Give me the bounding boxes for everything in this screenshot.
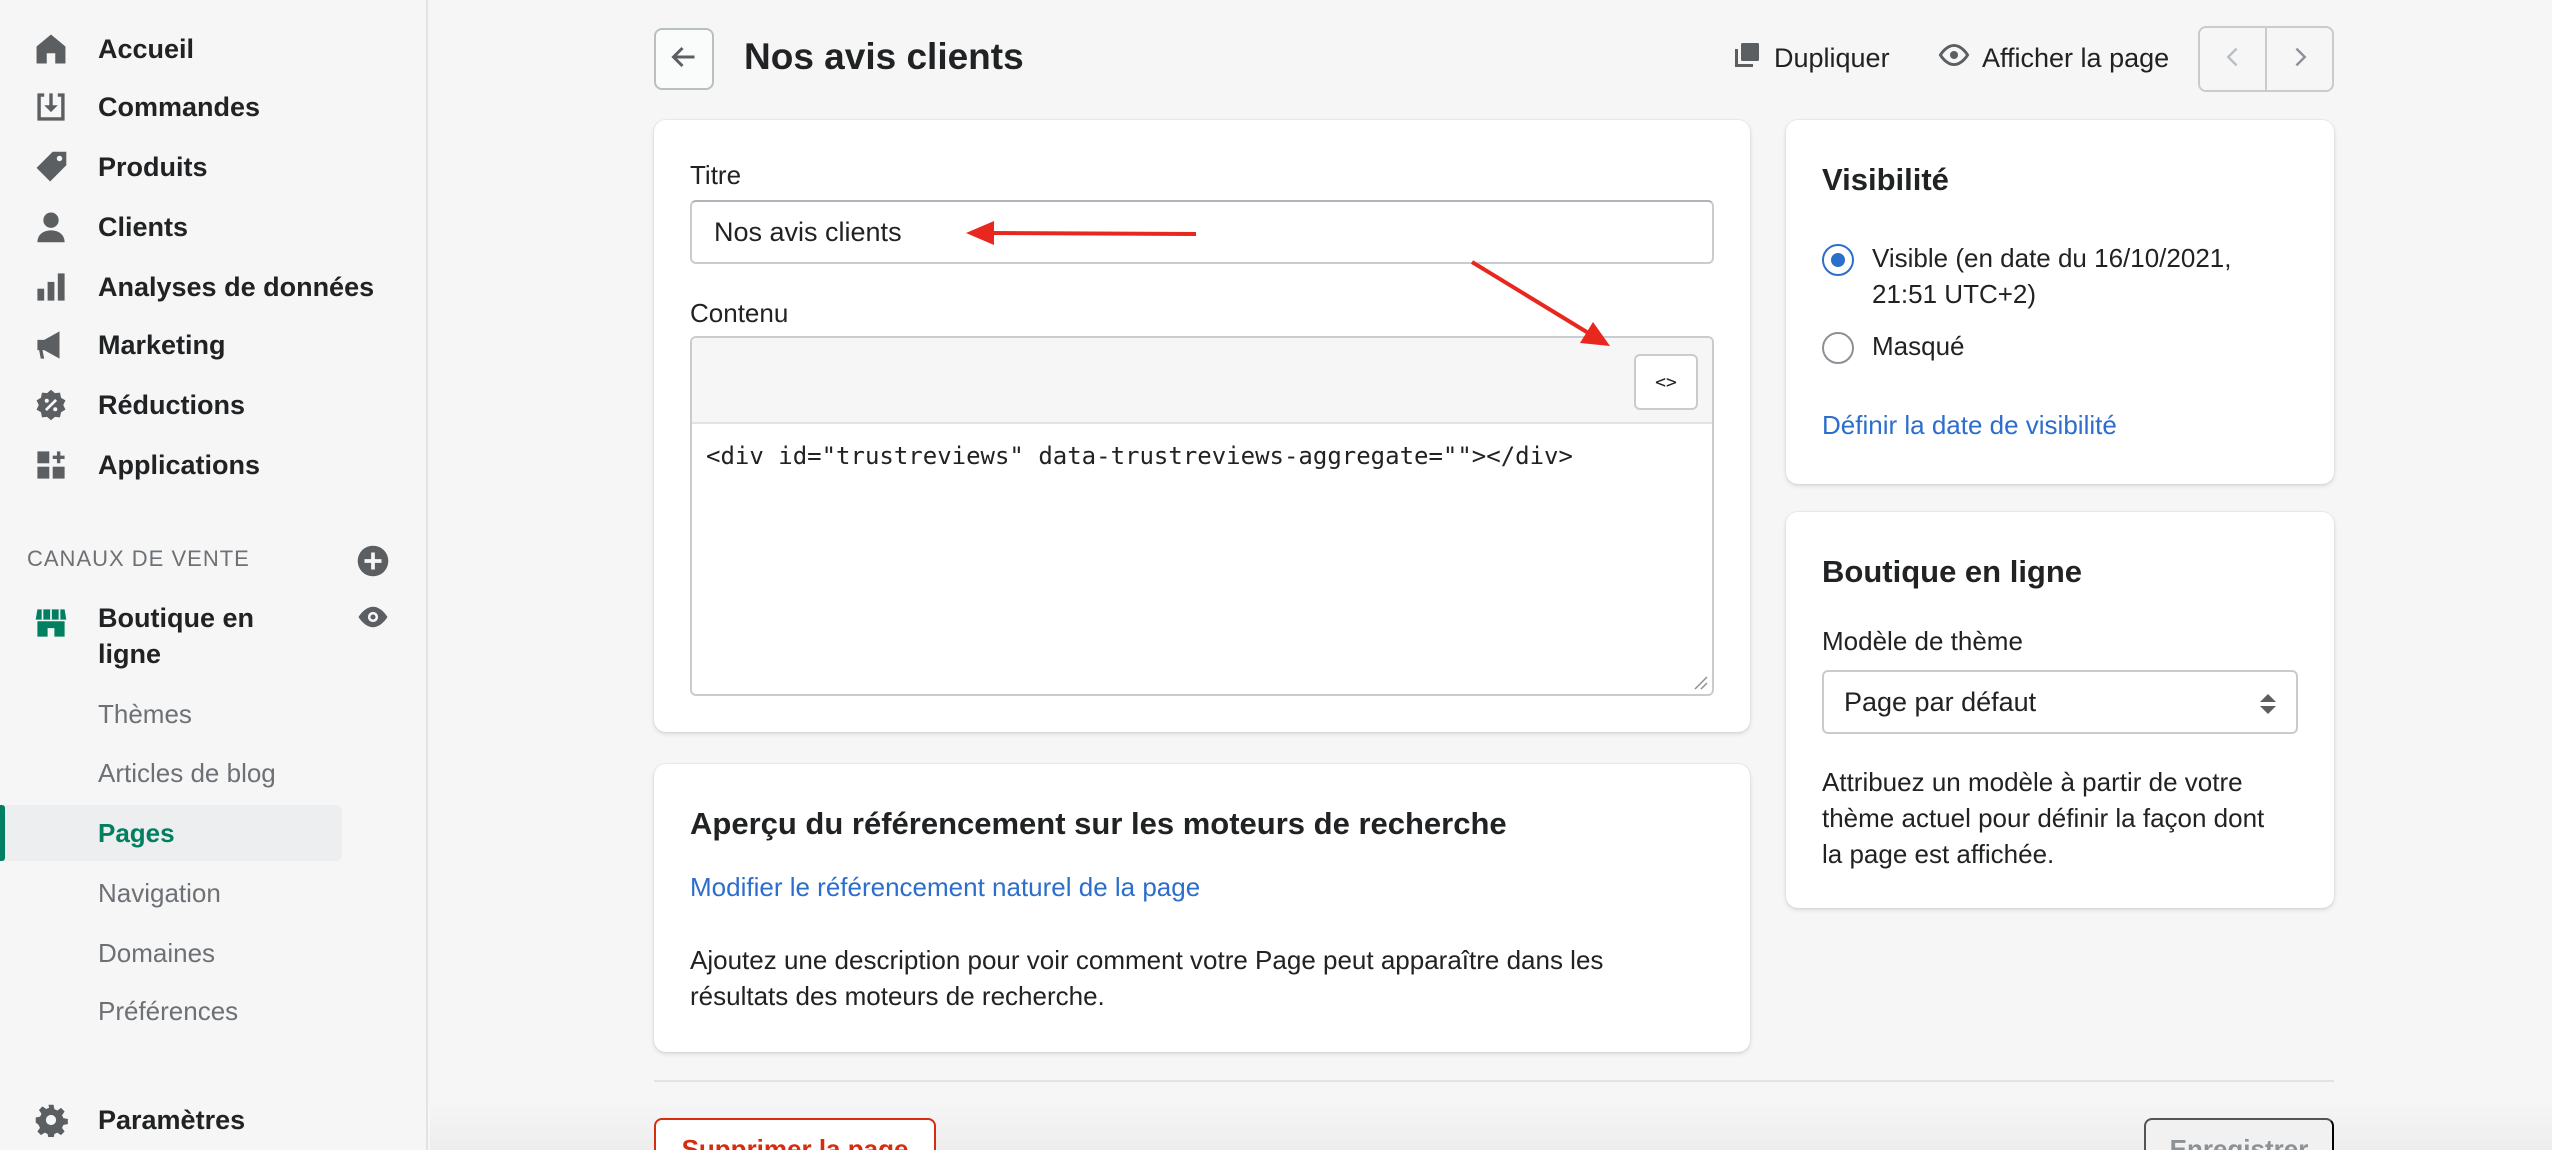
content-editor[interactable]: <> <div id="trustreviews" data-trustrevi… (690, 336, 1714, 696)
page-pager (2198, 26, 2334, 92)
sidebar-item-label: Marketing (98, 329, 226, 360)
sidebar-subitem-preferences[interactable]: Préférences (0, 983, 342, 1039)
discount-icon (32, 386, 70, 424)
sidebar-item-boutique-en-ligne[interactable]: Boutique en ligne (0, 600, 428, 680)
template-label: Modèle de thème (1822, 626, 2023, 656)
sidebar-item-commandes[interactable]: Commandes (0, 79, 428, 135)
sidebar-item-parametres[interactable]: Paramètres (0, 1092, 428, 1148)
add-sales-channel-icon[interactable] (356, 544, 390, 578)
sidebar-item-analyses[interactable]: Analyses de données (0, 259, 428, 315)
sidebar-subitem-label: Domaines (98, 937, 216, 968)
theme-template-value: Page par défaut (1844, 686, 2037, 717)
online-store-card: Boutique en ligne Modèle de thème Page p… (1786, 512, 2334, 908)
sidebar-subitem-label: Préférences (98, 995, 239, 1026)
footer-divider (654, 1080, 2334, 1082)
delete-page-button[interactable]: Supprimer la page (654, 1118, 936, 1150)
duplicate-button[interactable]: Dupliquer (1732, 38, 1890, 78)
sidebar-item-label: Analyses de données (98, 271, 375, 302)
store-icon (32, 604, 70, 642)
orders-icon (32, 88, 70, 126)
visible-radio[interactable] (1822, 244, 1854, 276)
sidebar-item-marketing[interactable]: Marketing (0, 317, 428, 373)
eye-icon[interactable] (356, 600, 390, 639)
sidebar-subitem-label: Articles de blog (98, 757, 276, 788)
next-page-button[interactable] (2267, 28, 2332, 90)
visibility-heading: Visibilité (1822, 162, 1949, 197)
editor-toolbar: <> (692, 338, 1712, 424)
sidebar-item-clients[interactable]: Clients (0, 199, 428, 255)
sidebar-item-label: Réductions (98, 389, 246, 420)
hidden-label: Masqué (1872, 331, 1965, 361)
select-arrows-icon (2258, 692, 2278, 723)
edit-seo-link[interactable]: Modifier le référencement naturel de la … (690, 872, 1200, 903)
template-help-line1: Attribuez un modèle à partir de votre (1822, 767, 2243, 797)
view-page-label: Afficher la page (1982, 42, 2170, 73)
sidebar-item-applications[interactable]: Applications (0, 437, 428, 493)
person-icon (32, 208, 70, 246)
hidden-radio[interactable] (1822, 332, 1854, 364)
chevron-left-icon (2221, 45, 2245, 74)
previous-page-button[interactable] (2200, 28, 2267, 90)
sidebar-item-accueil[interactable]: Accueil (0, 21, 428, 77)
seo-description-line2: résultats des moteurs de recherche. (690, 981, 1105, 1011)
duplicate-label: Dupliquer (1774, 42, 1890, 73)
duplicate-icon (1732, 40, 1762, 77)
sidebar-subitem-label: Thèmes (98, 698, 192, 729)
content-code[interactable]: <div id="trustreviews" data-trustreviews… (706, 442, 1573, 470)
template-help-line2: thème actuel pour définir la façon dont (1822, 803, 2265, 833)
seo-heading: Aperçu du référencement sur les moteurs … (690, 806, 1507, 841)
arrow-left-icon (669, 42, 699, 77)
show-html-button[interactable]: <> (1634, 354, 1698, 410)
seo-description-line1: Ajoutez une description pour voir commen… (690, 945, 1604, 975)
set-visibility-date-link[interactable]: Définir la date de visibilité (1822, 410, 2117, 441)
seo-preview-card: Aperçu du référencement sur les moteurs … (654, 764, 1750, 1052)
sidebar-item-label: Clients (98, 211, 189, 242)
page-content-card: Titre Nos avis clients Contenu <> <div i… (654, 120, 1750, 732)
view-page-button[interactable]: Afficher la page (1938, 38, 2169, 78)
tag-icon (32, 148, 70, 186)
online-store-heading: Boutique en ligne (1822, 554, 2083, 589)
sidebar-subitem-themes[interactable]: Thèmes (0, 686, 342, 742)
hidden-option[interactable]: Masqué (1822, 328, 2302, 368)
sidebar-item-reductions[interactable]: Réductions (0, 377, 428, 433)
sidebar-subitem-pages[interactable]: Pages (0, 805, 342, 861)
title-input[interactable]: Nos avis clients (690, 200, 1714, 264)
chevron-right-icon (2288, 45, 2312, 74)
sidebar-item-label: Applications (98, 449, 261, 480)
visible-label-line2: 21:51 UTC+2) (1872, 279, 2037, 309)
title-label: Titre (690, 160, 742, 190)
visible-label-line1: Visible (en date du 16/10/2021, (1872, 243, 2232, 273)
visibility-card: Visibilité Visible (en date du 16/10/202… (1786, 120, 2334, 484)
back-button[interactable] (654, 28, 714, 90)
sidebar-item-produits[interactable]: Produits (0, 139, 428, 195)
eye-icon (1938, 39, 1970, 78)
gear-icon (32, 1101, 70, 1139)
bar-chart-icon (32, 268, 70, 306)
sidebar-item-label: Boutique en ligne (98, 603, 254, 669)
sidebar-subitem-domaines[interactable]: Domaines (0, 925, 342, 981)
megaphone-icon (32, 326, 70, 364)
sidebar-item-label: Commandes (98, 91, 261, 122)
sidebar-subitem-navigation[interactable]: Navigation (0, 865, 342, 921)
sidebar-item-label: Paramètres (98, 1104, 246, 1135)
template-help-line3: la page est affichée. (1822, 839, 2055, 869)
sidebar: Accueil Commandes Produits Clients Analy… (0, 0, 428, 1150)
home-icon (32, 30, 70, 68)
save-button[interactable]: Enregistrer (2144, 1118, 2334, 1150)
sidebar-subitem-label: Pages (98, 817, 175, 848)
page-title: Nos avis clients (744, 36, 1024, 77)
sidebar-item-label: Accueil (98, 33, 195, 64)
sidebar-item-label: Produits (98, 151, 208, 182)
content-label: Contenu (690, 298, 789, 328)
apps-icon (32, 446, 70, 484)
theme-template-select[interactable]: Page par défaut (1822, 670, 2298, 734)
sidebar-subitem-articles-de-blog[interactable]: Articles de blog (0, 745, 342, 801)
sales-channels-title: CANAUX DE VENTE (27, 546, 250, 571)
visible-option[interactable]: Visible (en date du 16/10/2021, 21:51 UT… (1822, 240, 2302, 320)
sidebar-subitem-label: Navigation (98, 877, 221, 908)
resize-handle-icon[interactable] (1690, 672, 1708, 690)
